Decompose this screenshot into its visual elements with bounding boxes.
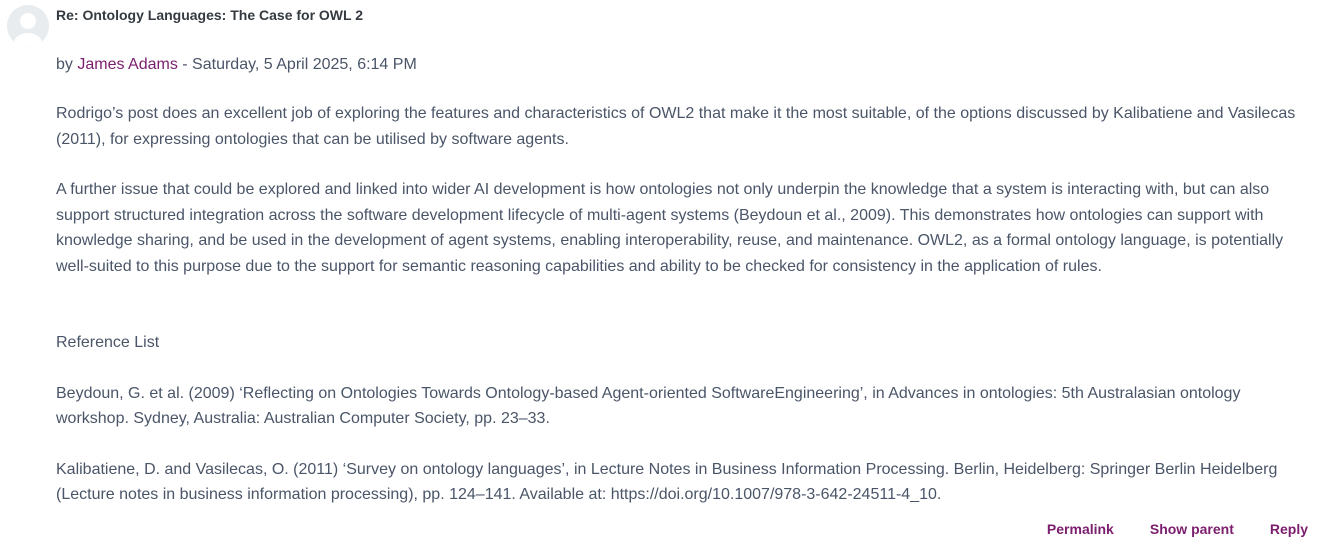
byline-separator: - — [177, 56, 193, 73]
post-date: Saturday, 5 April 2025, 6:14 PM — [192, 56, 417, 73]
permalink-link[interactable]: Permalink — [1047, 520, 1114, 538]
author-link[interactable]: James Adams — [77, 56, 177, 73]
post-byline: by James Adams - Saturday, 5 April 2025,… — [56, 55, 417, 74]
reference-list-heading: Reference List — [56, 334, 160, 351]
avatar[interactable] — [7, 5, 49, 47]
post-actions: Permalink Show parent Reply — [1047, 520, 1308, 538]
user-avatar-icon — [7, 5, 49, 47]
post-content: Rodrigo’s post does an excellent job of … — [56, 101, 1316, 533]
reply-link[interactable]: Reply — [1270, 520, 1308, 538]
forum-post: Re: Ontology Languages: The Case for OWL… — [0, 0, 1332, 555]
show-parent-link[interactable]: Show parent — [1150, 520, 1234, 538]
post-paragraph: Rodrigo’s post does an excellent job of … — [56, 105, 1296, 148]
post-subject: Re: Ontology Languages: The Case for OWL… — [56, 7, 363, 23]
byline-prefix: by — [56, 56, 78, 73]
reference-item: Kalibatiene, D. and Vasilecas, O. (2011)… — [56, 460, 1278, 504]
reference-item: Beydoun, G. et al. (2009) ‘Reflecting on… — [56, 384, 1241, 428]
post-paragraph: A further issue that could be explored a… — [56, 181, 1284, 275]
